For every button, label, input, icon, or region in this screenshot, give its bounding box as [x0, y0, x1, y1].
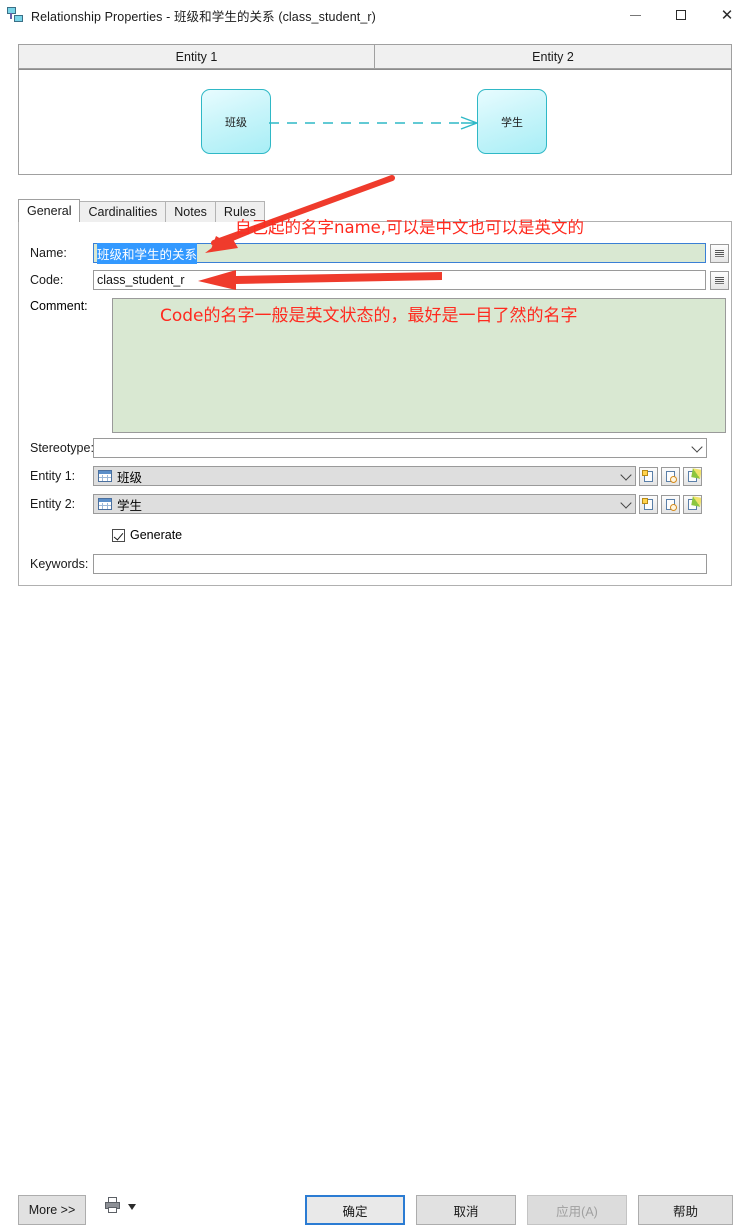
- dialog-footer: More >> 确定 取消 应用(A) 帮助: [0, 592, 750, 1225]
- generate-checkbox-row[interactable]: Generate: [112, 528, 182, 542]
- chevron-down-icon: [691, 441, 703, 453]
- entity2-value: 学生: [117, 498, 143, 513]
- entity1-combobox[interactable]: 班级: [93, 466, 636, 486]
- keywords-input[interactable]: [93, 554, 707, 574]
- cancel-button[interactable]: 取消: [416, 1195, 516, 1225]
- table-icon: [98, 470, 112, 482]
- properties-icon: [691, 495, 701, 507]
- entity1-properties-button[interactable]: [683, 466, 702, 486]
- diagram-entity-1-label: 班级: [225, 116, 247, 129]
- maximize-button[interactable]: [658, 0, 704, 30]
- tab-general-label: General: [27, 204, 72, 218]
- stereotype-combobox[interactable]: [93, 438, 707, 458]
- general-tab-panel: Name: 班级和学生的关系 Code: class_student_r Com…: [18, 221, 732, 586]
- window-title: Relationship Properties - 班级和学生的关系 (clas…: [31, 9, 376, 24]
- relationship-connector[interactable]: [269, 115, 484, 131]
- entity2-column-header: Entity 2: [375, 44, 732, 69]
- close-button[interactable]: ✕: [704, 0, 750, 30]
- chevron-down-icon: [620, 469, 632, 481]
- stereotype-label: Stereotype:: [30, 441, 94, 455]
- tab-general[interactable]: General: [18, 199, 81, 222]
- name-input-value: 班级和学生的关系: [97, 242, 198, 264]
- generate-checkbox[interactable]: [112, 528, 125, 542]
- entity2-row: Entity 2: 学生: [19, 494, 733, 514]
- diagram-entity-2[interactable]: 学生: [477, 89, 547, 154]
- browse-icon: [670, 475, 677, 483]
- entity1-label: Entity 1:: [30, 469, 76, 483]
- tab-cardinalities-label: Cardinalities: [88, 205, 158, 219]
- entity2-browse-button[interactable]: [661, 494, 680, 514]
- entity1-browse-button[interactable]: [661, 466, 680, 486]
- entity2-label: Entity 2:: [30, 497, 76, 511]
- entity-diagram-panel: Entity 1 Entity 2 班级 学生: [18, 44, 732, 175]
- tab-rules[interactable]: Rules: [214, 201, 265, 222]
- chevron-down-icon: [620, 497, 632, 509]
- code-input-value: class_student_r: [97, 273, 185, 287]
- window-title-bar: Relationship Properties - 班级和学生的关系 (clas…: [0, 0, 750, 30]
- entity1-create-button[interactable]: [639, 466, 658, 486]
- tab-rules-label: Rules: [223, 205, 256, 219]
- table-icon: [98, 498, 112, 510]
- cancel-button-label: 取消: [453, 1204, 479, 1219]
- generate-label: Generate: [130, 528, 183, 542]
- tab-notes[interactable]: Notes: [165, 201, 216, 222]
- apply-button: 应用(A): [527, 1195, 627, 1225]
- entity-header-row: Entity 1 Entity 2: [18, 44, 732, 69]
- name-property-button[interactable]: [710, 243, 729, 263]
- entity1-column-header: Entity 1: [18, 44, 375, 69]
- close-icon: ✕: [720, 6, 734, 24]
- apply-button-label: 应用(A): [556, 1204, 598, 1219]
- window-controls: ✕: [612, 0, 750, 30]
- entity1-row: Entity 1: 班级: [19, 466, 733, 486]
- diagram-entity-2-label: 学生: [501, 116, 523, 129]
- relationship-icon: [6, 6, 26, 24]
- help-button-label: 帮助: [672, 1204, 698, 1219]
- comment-textarea[interactable]: [112, 298, 726, 433]
- diagram-canvas[interactable]: 班级 学生: [18, 69, 732, 175]
- more-button[interactable]: More >>: [18, 1195, 86, 1225]
- list-lines-icon: [715, 249, 724, 257]
- caret-down-icon[interactable]: [128, 1204, 136, 1210]
- create-icon: [642, 497, 648, 504]
- comment-label: Comment:: [30, 299, 88, 313]
- create-icon: [642, 469, 648, 476]
- tab-notes-label: Notes: [174, 205, 207, 219]
- name-input[interactable]: 班级和学生的关系: [93, 242, 706, 264]
- tab-cardinalities[interactable]: Cardinalities: [79, 201, 167, 222]
- minimize-button[interactable]: [612, 0, 658, 30]
- entity1-value: 班级: [117, 470, 143, 485]
- name-row: Name: 班级和学生的关系: [19, 242, 733, 264]
- stereotype-row: Stereotype:: [19, 438, 733, 458]
- entity2-properties-button[interactable]: [683, 494, 702, 514]
- code-property-button[interactable]: [710, 270, 729, 290]
- entity2-combobox[interactable]: 学生: [93, 494, 636, 514]
- print-icon[interactable]: [105, 1197, 120, 1213]
- help-button[interactable]: 帮助: [638, 1195, 733, 1225]
- ok-button[interactable]: 确定: [305, 1195, 405, 1225]
- entity2-create-button[interactable]: [639, 494, 658, 514]
- more-button-label: More >>: [28, 1203, 76, 1217]
- ok-button-label: 确定: [342, 1204, 368, 1219]
- list-lines-icon: [715, 276, 724, 284]
- name-label: Name:: [30, 246, 67, 260]
- code-input[interactable]: class_student_r: [93, 270, 706, 290]
- code-row: Code: class_student_r: [19, 270, 733, 290]
- keywords-label: Keywords:: [30, 557, 89, 571]
- code-label: Code:: [30, 273, 64, 287]
- keywords-row: Keywords:: [19, 554, 733, 574]
- properties-icon: [691, 467, 701, 479]
- property-tabs: General Cardinalities Notes Rules: [18, 199, 732, 222]
- browse-icon: [670, 503, 677, 511]
- diagram-entity-1[interactable]: 班级: [201, 89, 271, 154]
